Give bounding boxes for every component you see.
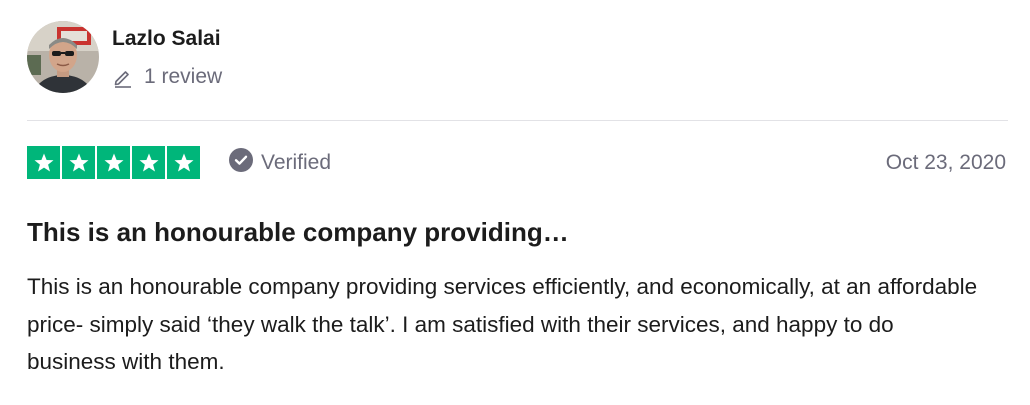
check-badge-icon	[229, 148, 253, 178]
avatar-photo	[27, 21, 99, 93]
star-icon	[27, 146, 60, 179]
header-divider	[27, 120, 1008, 121]
star-icon	[62, 146, 95, 179]
star-rating	[27, 146, 200, 179]
review-title[interactable]: This is an honourable company providing…	[27, 216, 569, 248]
star-icon	[97, 146, 130, 179]
reviewer-name[interactable]: Lazlo Salai	[112, 26, 221, 52]
reviewer-review-count[interactable]: 1 review	[112, 64, 222, 90]
star-icon	[132, 146, 165, 179]
verified-badge[interactable]: Verified	[229, 148, 332, 178]
review-count-label: 1 review	[144, 65, 223, 88]
star-icon	[167, 146, 200, 179]
reviewer-avatar[interactable]	[27, 21, 99, 93]
verified-label: Verified	[261, 151, 332, 174]
review-date: Oct 23, 2020	[885, 151, 1006, 174]
review-body: This is an honourable company providing …	[27, 274, 978, 374]
pencil-icon	[112, 66, 134, 88]
